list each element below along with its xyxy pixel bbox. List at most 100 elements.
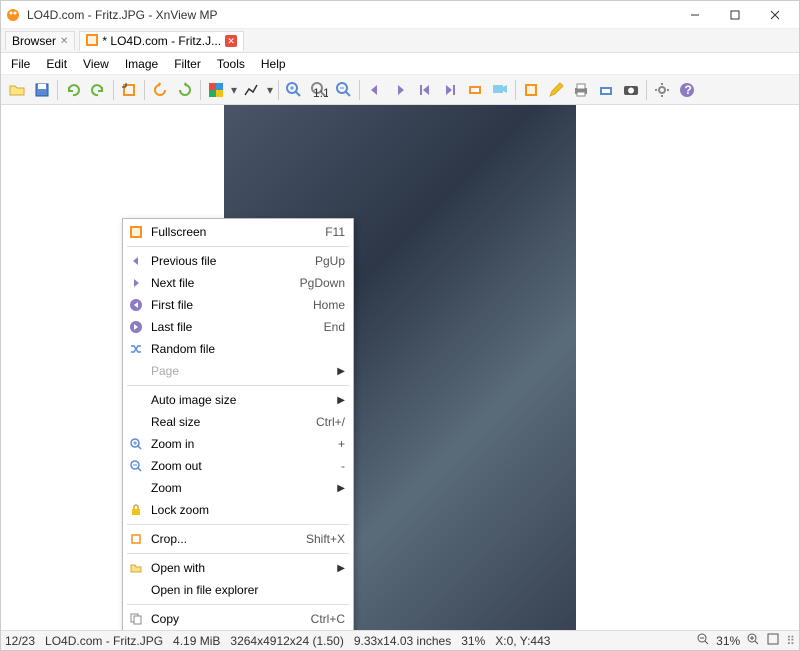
ctx-last-file[interactable]: Last fileEnd [123, 316, 353, 338]
ctx-copy[interactable]: CopyCtrl+C [123, 608, 353, 630]
ctx-crop[interactable]: Crop...Shift+X [123, 528, 353, 550]
arrow-right-icon [127, 274, 145, 292]
close-button[interactable] [755, 2, 795, 28]
next-button[interactable] [388, 78, 412, 102]
ctx-shortcut: - [341, 459, 345, 473]
copy-icon [127, 610, 145, 628]
last-icon [127, 318, 145, 336]
status-zoom-right: 31% [716, 634, 740, 648]
tab-label: Browser [12, 34, 56, 48]
slideshow-button[interactable] [488, 78, 512, 102]
draw-button[interactable] [544, 78, 568, 102]
menu-file[interactable]: File [3, 55, 38, 73]
redo-button[interactable] [86, 78, 110, 102]
grip-icon: ⠿ [786, 634, 795, 648]
ctx-label: Open with [151, 561, 331, 575]
ctx-label: Page [151, 364, 331, 378]
separator [127, 385, 349, 386]
statusbar: 12/23 LO4D.com - Fritz.JPG 4.19 MiB 3264… [1, 630, 799, 650]
minimize-button[interactable] [675, 2, 715, 28]
separator [127, 553, 349, 554]
first-button[interactable] [413, 78, 437, 102]
status-filesize: 4.19 MiB [173, 634, 220, 648]
maximize-button[interactable] [715, 2, 755, 28]
separator [127, 246, 349, 247]
ctx-first-file[interactable]: First fileHome [123, 294, 353, 316]
levels-button[interactable] [240, 78, 264, 102]
ctx-open-with[interactable]: Open with▶ [123, 557, 353, 579]
chevron-right-icon: ▶ [337, 483, 345, 494]
menu-filter[interactable]: Filter [166, 55, 209, 73]
last-button[interactable] [438, 78, 462, 102]
ctx-shortcut: F11 [325, 225, 345, 239]
menu-view[interactable]: View [75, 55, 117, 73]
menu-help[interactable]: Help [253, 55, 294, 73]
ctx-shortcut: Ctrl+/ [316, 415, 345, 429]
ctx-label: Fullscreen [151, 225, 325, 239]
close-icon[interactable]: ✕ [60, 36, 68, 47]
scan-button[interactable] [594, 78, 618, 102]
zoom-out-icon [127, 457, 145, 475]
window-title: LO4D.com - Fritz.JPG - XnView MP [27, 8, 675, 22]
ctx-label: Zoom out [151, 459, 341, 473]
chevron-right-icon: ▶ [337, 395, 345, 406]
ctx-previous-file[interactable]: Previous filePgUp [123, 250, 353, 272]
open-button[interactable] [5, 78, 29, 102]
ctx-zoom[interactable]: Zoom▶ [123, 477, 353, 499]
tab-label: * LO4D.com - Fritz.J... [102, 34, 221, 48]
zoom-actual-button[interactable]: 1:1 [307, 78, 331, 102]
image-icon [86, 34, 98, 49]
separator [127, 604, 349, 605]
blank-icon [127, 479, 145, 497]
arrow-left-icon [127, 252, 145, 270]
ctx-label: Last file [151, 320, 324, 334]
status-coords: X:0, Y:443 [495, 634, 550, 648]
zoom-in-icon[interactable] [746, 632, 760, 649]
rotate-left-button[interactable] [148, 78, 172, 102]
ctx-zoom-out[interactable]: Zoom out- [123, 455, 353, 477]
status-filename: LO4D.com - Fritz.JPG [45, 634, 163, 648]
close-icon[interactable]: ✕ [225, 35, 237, 47]
print-button[interactable] [569, 78, 593, 102]
ctx-auto-image-size[interactable]: Auto image size▶ [123, 389, 353, 411]
ctx-page: Page▶ [123, 360, 353, 382]
ctx-next-file[interactable]: Next filePgDown [123, 272, 353, 294]
zoom-out-button[interactable] [332, 78, 356, 102]
menu-tools[interactable]: Tools [209, 55, 253, 73]
image-viewport[interactable]: FullscreenF11 Previous filePgUpNext fileP… [1, 105, 799, 630]
save-button[interactable] [30, 78, 54, 102]
prev-button[interactable] [363, 78, 387, 102]
fit-icon[interactable] [766, 632, 780, 649]
ctx-random-file[interactable]: Random file [123, 338, 353, 360]
ctx-open-in-file-explorer[interactable]: Open in file explorer [123, 579, 353, 601]
ctx-label: Real size [151, 415, 316, 429]
zoom-in-button[interactable] [282, 78, 306, 102]
zoom-out-icon[interactable] [696, 632, 710, 649]
tab-image[interactable]: * LO4D.com - Fritz.J... ✕ [79, 31, 244, 51]
ctx-fullscreen[interactable]: FullscreenF11 [123, 221, 353, 243]
tab-browser[interactable]: Browser ✕ [5, 31, 75, 50]
titlebar: LO4D.com - Fritz.JPG - XnView MP [1, 1, 799, 29]
menu-image[interactable]: Image [117, 55, 166, 73]
settings-button[interactable] [650, 78, 674, 102]
ctx-label: First file [151, 298, 313, 312]
dropdown-icon[interactable]: ▾ [229, 83, 239, 97]
menu-edit[interactable]: Edit [38, 55, 75, 73]
fullscreen-icon [127, 223, 145, 241]
ctx-real-size[interactable]: Real sizeCtrl+/ [123, 411, 353, 433]
crop-tool-button[interactable] [117, 78, 141, 102]
quickslide-button[interactable] [463, 78, 487, 102]
ctx-lock-zoom[interactable]: Lock zoom [123, 499, 353, 521]
color-tool-button[interactable] [204, 78, 228, 102]
rotate-right-button[interactable] [173, 78, 197, 102]
blank-icon [127, 413, 145, 431]
svg-text:?: ? [685, 83, 692, 97]
fullscreen-button[interactable] [519, 78, 543, 102]
capture-button[interactable] [619, 78, 643, 102]
status-inches: 9.33x14.03 inches [354, 634, 451, 648]
undo-button[interactable] [61, 78, 85, 102]
svg-text:1:1: 1:1 [313, 86, 328, 99]
dropdown-icon[interactable]: ▾ [265, 83, 275, 97]
help-button[interactable]: ? [675, 78, 699, 102]
ctx-zoom-in[interactable]: Zoom in+ [123, 433, 353, 455]
